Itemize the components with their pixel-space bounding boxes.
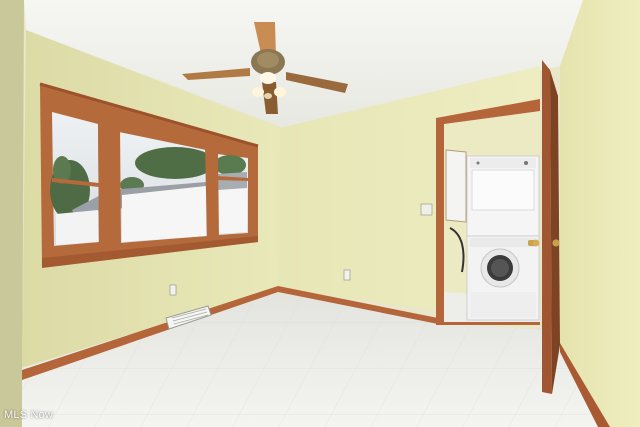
- room-photo: MLS Now: [0, 0, 640, 427]
- room-illustration: [0, 0, 640, 427]
- right-wall: [560, 0, 640, 427]
- wall-outlet-back: [343, 269, 351, 281]
- stacked-washer-dryer: [466, 155, 540, 321]
- watermark-text: MLS Now: [4, 409, 54, 421]
- wall-outlet-left: [169, 284, 177, 296]
- light-switch: [420, 203, 433, 216]
- laundry-window: [445, 149, 467, 223]
- left-edge-wall: [0, 0, 24, 427]
